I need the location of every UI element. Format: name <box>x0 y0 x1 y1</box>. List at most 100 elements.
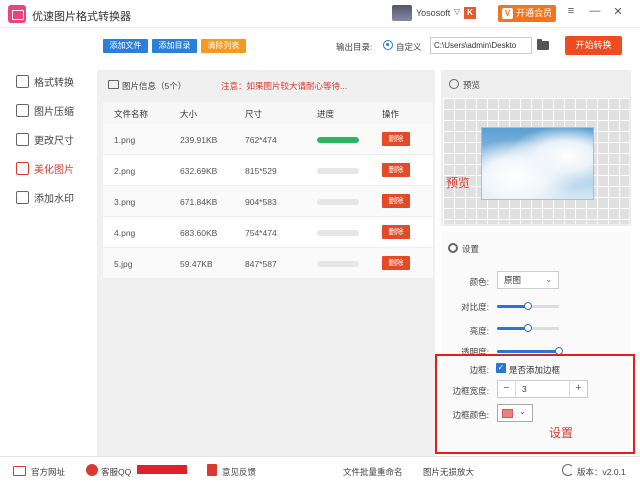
resize-icon <box>16 132 29 146</box>
col-dimensions: 尺寸 <box>245 109 263 119</box>
table-row[interactable]: 1.png 239.91KB 762*474 删除 <box>103 124 433 155</box>
contrast-slider-knob[interactable] <box>524 302 532 310</box>
opacity-slider-fill <box>497 350 559 353</box>
border-color-swatch <box>502 409 513 418</box>
sidebar-item-label: 格式转换 <box>34 77 74 89</box>
cell-dims: 904*583 <box>245 197 277 207</box>
file-info-bar: 图片信息（5个） 注意：如果图片较大请耐心等待... <box>103 76 433 94</box>
feedback-link[interactable]: 意见反馈 <box>222 466 256 478</box>
progress-fill <box>317 137 359 143</box>
batch-rename-link[interactable]: 文件批量重命名 <box>343 466 403 478</box>
cell-dims: 847*587 <box>245 259 277 269</box>
settings-title: 设置 <box>462 244 480 254</box>
image-info-icon <box>108 80 119 89</box>
border-width-label: 边框宽度: <box>452 386 489 396</box>
add-file-button[interactable]: 添加文件 <box>103 39 148 53</box>
sidebar-item-label: 美化图片 <box>34 164 74 176</box>
output-path-input[interactable]: C:\Users\admin\Deskto <box>430 37 532 54</box>
brightness-slider[interactable] <box>497 324 559 332</box>
clear-list-button[interactable]: 清除列表 <box>201 39 246 53</box>
open-vip-button[interactable]: 开通会员 <box>498 5 556 22</box>
col-action: 操作 <box>382 109 400 119</box>
file-info-note: 注意：如果图片较大请耐心等待... <box>221 81 348 91</box>
compress-icon <box>16 103 29 117</box>
file-info-title: 图片信息（5个） <box>122 81 187 91</box>
contrast-slider[interactable] <box>497 302 559 310</box>
decrement-button[interactable]: − <box>498 381 516 397</box>
sidebar-item-resize[interactable]: 更改尺寸 <box>16 131 74 147</box>
progress-bar <box>317 230 359 236</box>
brightness-label: 亮度: <box>469 326 489 336</box>
cell-name: 5.jpg <box>114 259 133 269</box>
add-folder-button[interactable]: 添加目录 <box>152 39 197 53</box>
custom-dir-label: 自定义 <box>396 42 422 52</box>
col-size: 大小 <box>180 109 198 119</box>
border-color-label: 边框颜色: <box>452 410 489 420</box>
lossless-enlarge-link[interactable]: 图片无损放大 <box>423 466 474 478</box>
color-select[interactable]: 原图 ⌄ <box>497 271 559 289</box>
sidebar-item-beautify[interactable]: 美化图片 <box>16 160 74 176</box>
preview-image <box>481 127 594 200</box>
folder-icon[interactable] <box>537 39 549 50</box>
vip-badge-icon: K <box>464 7 476 19</box>
sidebar-item-label: 图片压缩 <box>34 106 74 118</box>
cell-size: 683.60KB <box>180 228 218 238</box>
border-width-stepper[interactable]: − 3 + <box>497 380 588 398</box>
table-row[interactable]: 3.png 671.84KB 904*583 删除 <box>103 186 433 217</box>
website-link[interactable]: 官方网址 <box>31 466 65 478</box>
custom-dir-radio[interactable] <box>383 40 393 50</box>
cell-dims: 754*474 <box>245 228 277 238</box>
user-avatar[interactable] <box>392 5 412 21</box>
user-name[interactable]: Yososoft <box>416 8 450 18</box>
delete-button[interactable]: 删除 <box>382 194 410 208</box>
app-logo-icon <box>8 5 26 23</box>
cell-size: 632.69KB <box>180 166 218 176</box>
col-progress: 进度 <box>317 109 335 119</box>
watermark-icon <box>16 190 29 204</box>
cell-name: 2.png <box>114 166 136 176</box>
cell-size: 239.91KB <box>180 135 218 145</box>
preview-caption: 预览 <box>446 176 471 190</box>
settings-caption: 设置 <box>549 426 574 440</box>
sidebar-item-format-convert[interactable]: 格式转换 <box>16 73 74 89</box>
table-row[interactable]: 2.png 632.69KB 815*529 删除 <box>103 155 433 186</box>
border-width-value[interactable]: 3 <box>522 384 527 394</box>
chevron-down-icon: ⌄ <box>519 407 526 416</box>
delete-button[interactable]: 删除 <box>382 225 410 239</box>
border-label: 边框: <box>469 365 489 375</box>
delete-button[interactable]: 删除 <box>382 256 410 270</box>
user-caret-icon[interactable]: ▽ <box>454 7 460 16</box>
increment-button[interactable]: + <box>569 381 587 397</box>
progress-bar <box>317 199 359 205</box>
feedback-icon <box>207 464 217 476</box>
cell-size: 671.84KB <box>180 197 218 207</box>
refresh-icon <box>562 464 574 476</box>
gear-icon <box>448 243 458 253</box>
brightness-slider-knob[interactable] <box>524 324 532 332</box>
convert-icon <box>16 74 29 88</box>
sidebar-item-watermark[interactable]: 添加水印 <box>16 189 74 205</box>
add-border-checkbox[interactable]: ✓ <box>496 363 506 373</box>
start-convert-button[interactable]: 开始转换 <box>565 36 622 55</box>
menu-icon[interactable]: ≡ <box>563 5 579 17</box>
table-row[interactable]: 5.jpg 59.47KB 847*587 删除 <box>103 248 433 279</box>
cell-dims: 815*529 <box>245 166 277 176</box>
close-icon[interactable]: ✕ <box>610 5 626 18</box>
title-bar: 优速图片格式转换器 Yososoft ▽ K 开通会员 ≡ — ✕ <box>0 0 640 28</box>
minimize-icon[interactable]: — <box>587 5 603 17</box>
delete-button[interactable]: 删除 <box>382 163 410 177</box>
preview-title: 预览 <box>463 80 481 90</box>
border-color-picker[interactable]: ⌄ <box>497 404 533 422</box>
table-body: 1.png 239.91KB 762*474 删除 2.png 632.69KB 815*5… <box>103 124 433 279</box>
sidebar-item-compress[interactable]: 图片压缩 <box>16 102 74 118</box>
table-row[interactable]: 4.png 683.60KB 754*474 删除 <box>103 217 433 248</box>
add-border-checkbox-label[interactable]: 是否添加边框 <box>509 364 560 376</box>
support-qq-label[interactable]: 客服QQ <box>101 466 131 478</box>
delete-button[interactable]: 删除 <box>382 132 410 146</box>
opacity-slider[interactable] <box>497 347 563 355</box>
progress-bar <box>317 168 359 174</box>
progress-bar <box>317 261 359 267</box>
cell-size: 59.47KB <box>180 259 213 269</box>
table-header: 文件名称 大小 尺寸 进度 操作 <box>103 102 433 124</box>
cell-name: 4.png <box>114 228 136 238</box>
